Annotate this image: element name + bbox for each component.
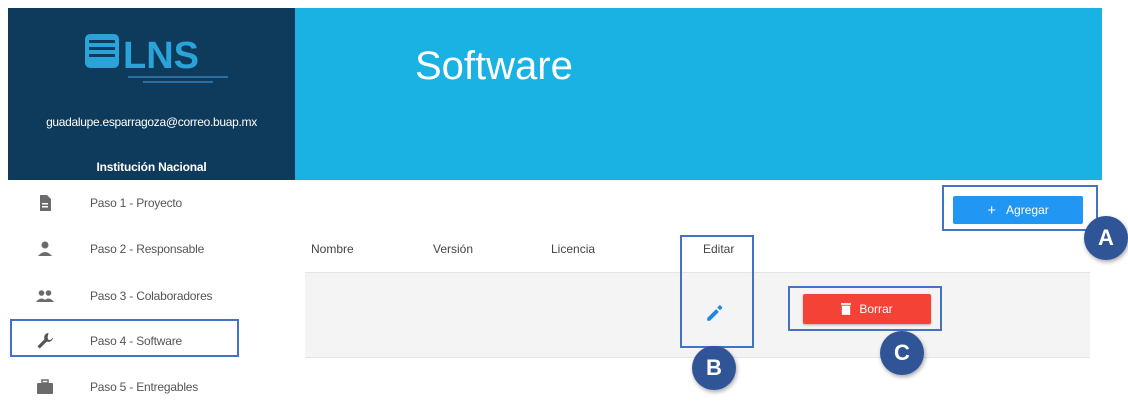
column-header-nombre: Nombre [311,242,354,256]
sidebar-item-label: Paso 2 - Responsable [90,242,205,256]
callout-a: A [1084,216,1128,260]
sidebar-item-responsable[interactable]: Paso 2 - Responsable [8,228,295,268]
lns-logo: LNS [85,34,228,83]
briefcase-icon [37,379,53,394]
sidebar-item-label: Paso 3 - Colaboradores [90,289,213,303]
highlight-software-nav [10,319,239,357]
people-icon [36,290,54,302]
sidebar-item-proyecto[interactable]: Paso 1 - Proyecto [8,182,295,222]
sidebar-item-label: Paso 5 - Entregables [90,380,199,394]
callout-c: C [880,331,924,375]
highlight-add-button [942,185,1098,231]
sidebar-item-entregables[interactable]: Paso 5 - Entregables [8,366,295,406]
sidebar-item-label: Paso 1 - Proyecto [90,196,182,210]
sidebar-header: LNS guadalupe.esparragoza@correo.buap.mx… [8,8,295,180]
callout-b: B [692,346,736,390]
highlight-edit-column [680,235,754,348]
svg-text:LNS: LNS [123,35,199,77]
page-header: Software [295,8,1102,180]
institution-name: Institución Nacional [96,160,207,174]
document-icon [40,195,51,211]
column-header-version: Versión [433,242,474,256]
page-title: Software [415,44,573,88]
column-header-licencia: Licencia [551,242,596,256]
sidebar-item-colaboradores[interactable]: Paso 3 - Colaboradores [8,275,295,315]
highlight-delete-button [788,286,942,331]
person-icon [38,241,52,256]
user-email: guadalupe.esparragoza@correo.buap.mx [46,115,257,129]
